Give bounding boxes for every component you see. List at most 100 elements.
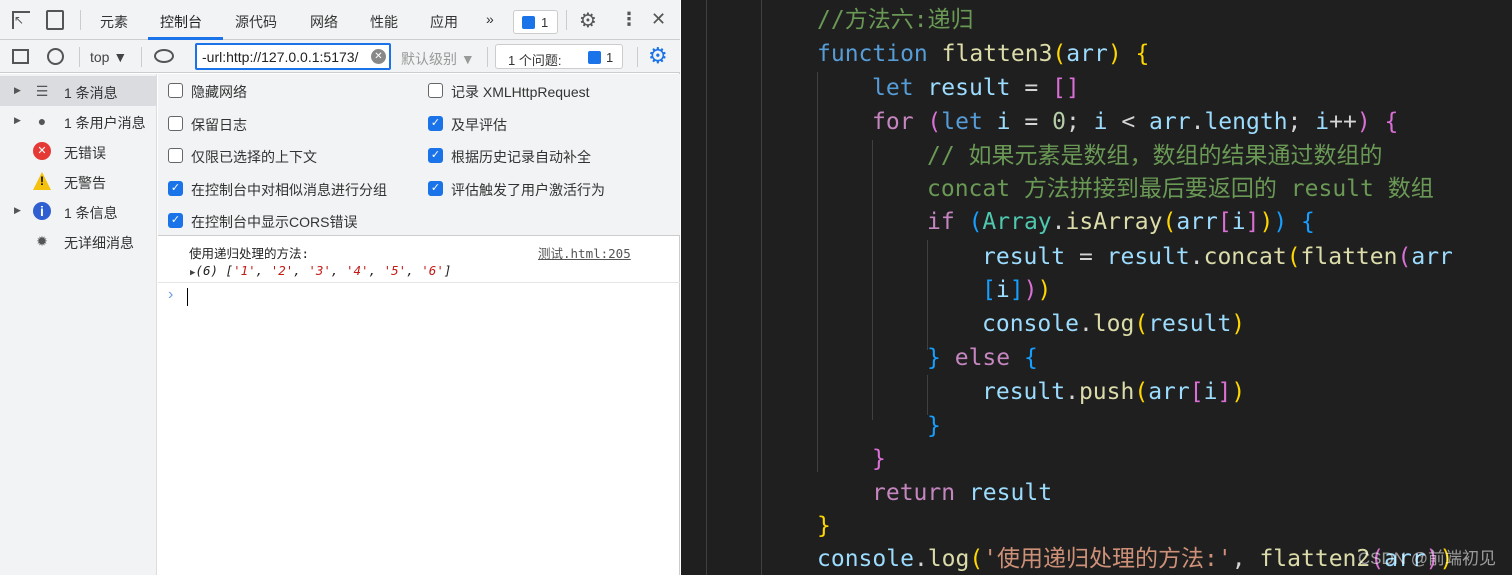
code-token: arr <box>1148 379 1190 405</box>
code-editor[interactable]: //方法六:递归 function flatten3(arr) {let resu… <box>681 0 1512 575</box>
code-token: result <box>1106 244 1190 270</box>
tab-4[interactable]: 性能 <box>370 12 398 32</box>
checkbox-icon[interactable] <box>168 115 183 131</box>
messages-count: 1 <box>541 15 549 30</box>
issues-button[interactable]: 1 个问题: 1 <box>495 44 623 69</box>
console-prompt[interactable]: › <box>158 284 680 575</box>
code-line: let result = [] <box>872 71 1080 105</box>
sidebar-item-1[interactable]: ▶ ● 1 条用户消息 <box>0 106 157 136</box>
code-token: Array <box>982 209 1052 235</box>
setting-label: 在控制台中对相似消息进行分组 <box>191 181 387 198</box>
tab-0[interactable]: 元素 <box>100 12 128 32</box>
sidebar-item-3[interactable]: ! 无警告 <box>0 166 157 196</box>
code-token: isArray <box>1065 209 1163 235</box>
code-token: } <box>927 413 941 439</box>
filter-input[interactable]: -url:http://127.0.0.1:5173/ ✕ <box>195 43 391 70</box>
code-token: } <box>927 345 941 371</box>
code-token: 0 <box>1052 109 1066 135</box>
checkbox-icon[interactable] <box>428 83 443 98</box>
settings-gear-icon[interactable]: ⚙ <box>579 8 597 33</box>
code-token: let <box>872 75 914 101</box>
code-token: concat 方法拼接到最后要返回的 result 数组 <box>927 176 1434 202</box>
code-token: log <box>927 546 970 572</box>
code-token: = <box>1010 109 1053 135</box>
context-selector[interactable]: top ▼ <box>90 49 127 65</box>
more-tabs-button[interactable]: » <box>486 11 494 27</box>
log-source-link[interactable]: 测试.html:205 <box>538 243 631 262</box>
code-token: ( <box>1286 244 1301 270</box>
expand-triangle-icon[interactable]: ▶ <box>14 205 21 216</box>
code-token: result <box>982 244 1066 270</box>
code-token: ( <box>1134 311 1149 337</box>
code-line: result.push(arr[i]) <box>982 375 1245 409</box>
expand-triangle-icon[interactable]: ▶ <box>14 115 21 126</box>
code-token: . <box>1065 379 1079 405</box>
code-token: flatten <box>1300 244 1398 270</box>
code-token: ( <box>1397 244 1412 270</box>
separator: , <box>368 263 384 278</box>
sidebar-toggle-icon[interactable] <box>12 49 29 64</box>
code-token: ; <box>1287 109 1316 135</box>
text-cursor <box>187 288 188 306</box>
checkbox-icon[interactable] <box>168 83 183 98</box>
clear-console-icon[interactable] <box>47 48 64 65</box>
array-value: '4' <box>345 263 369 278</box>
live-expression-eye-icon[interactable] <box>154 49 174 63</box>
code-token: flatten3 <box>941 41 1053 67</box>
code-token: ] <box>1217 379 1232 405</box>
code-token: result <box>982 379 1066 405</box>
inspect-element-icon[interactable]: ↖ <box>12 11 30 29</box>
code-line: if (Array.isArray(arr[i])) { <box>927 205 1315 239</box>
checkbox-icon[interactable]: ✓ <box>428 148 443 163</box>
log-array[interactable]: ▶(6) ['1', '2', '3', '4', '5', '6'] <box>190 263 451 278</box>
sidebar-item-0[interactable]: ▶ ☰ 1 条消息 <box>0 76 157 106</box>
sidebar-item-2[interactable]: ✕ 无错误 <box>0 136 157 166</box>
code-token: for <box>872 109 914 135</box>
code-token: ) <box>1107 41 1122 67</box>
devtools-tabbar: ↖ 元素 控制台 源代码 网络 性能 应用 » 1 ⚙ ⋮ ✕ <box>0 0 680 40</box>
device-toggle-icon[interactable] <box>46 10 64 30</box>
tab-3[interactable]: 网络 <box>310 12 338 32</box>
sidebar-item-label: 1 条消息 <box>64 85 118 101</box>
log-levels-dropdown[interactable]: 默认级别 ▼ <box>401 49 475 69</box>
more-options-icon[interactable]: ⋮ <box>620 9 638 30</box>
checkbox-icon[interactable]: ✓ <box>428 180 443 196</box>
clear-filter-icon[interactable]: ✕ <box>371 49 386 64</box>
expand-triangle-icon[interactable]: ▶ <box>14 85 21 96</box>
setting-label: 保留日志 <box>191 116 247 133</box>
checkbox-icon[interactable]: ✓ <box>168 180 183 196</box>
separator: , <box>255 263 271 278</box>
sidebar-item-5[interactable]: ✹ 无详细消息 <box>0 226 157 256</box>
code-token: return <box>872 480 956 506</box>
code-token: i <box>995 277 1010 303</box>
setting-label: 及早评估 <box>451 116 507 133</box>
code-token: [ <box>1217 209 1232 235</box>
code-line: //方法六:递归 <box>817 3 974 37</box>
checkbox-icon[interactable] <box>168 148 183 163</box>
code-token: ] <box>1009 277 1024 303</box>
code-token: { <box>1301 209 1315 235</box>
messages-badge-button[interactable]: 1 <box>513 10 558 34</box>
code-token: [ <box>982 277 996 303</box>
console-settings-gear-icon[interactable]: ⚙ <box>648 43 668 69</box>
close-icon[interactable]: ✕ <box>651 9 666 30</box>
checkbox-icon[interactable]: ✓ <box>428 115 443 131</box>
code-token: = <box>1010 75 1053 101</box>
setting-label: 在控制台中显示CORS错误 <box>191 214 358 230</box>
code-line: function flatten3(arr) { <box>817 37 1149 71</box>
tab-2[interactable]: 源代码 <box>235 12 277 32</box>
setting-label: 记录 XMLHttpRequest <box>451 84 590 100</box>
checkbox-icon[interactable]: ✓ <box>168 213 183 228</box>
code-token: ( <box>927 109 942 135</box>
code-line: } else { <box>927 341 1038 375</box>
code-token: , <box>1231 546 1260 572</box>
tab-1[interactable]: 控制台 <box>160 12 202 32</box>
issue-icon <box>588 51 601 64</box>
code-token: . <box>913 546 928 572</box>
tab-5[interactable]: 应用 <box>430 12 458 32</box>
sidebar-item-4[interactable]: ▶ i 1 条信息 <box>0 196 157 226</box>
